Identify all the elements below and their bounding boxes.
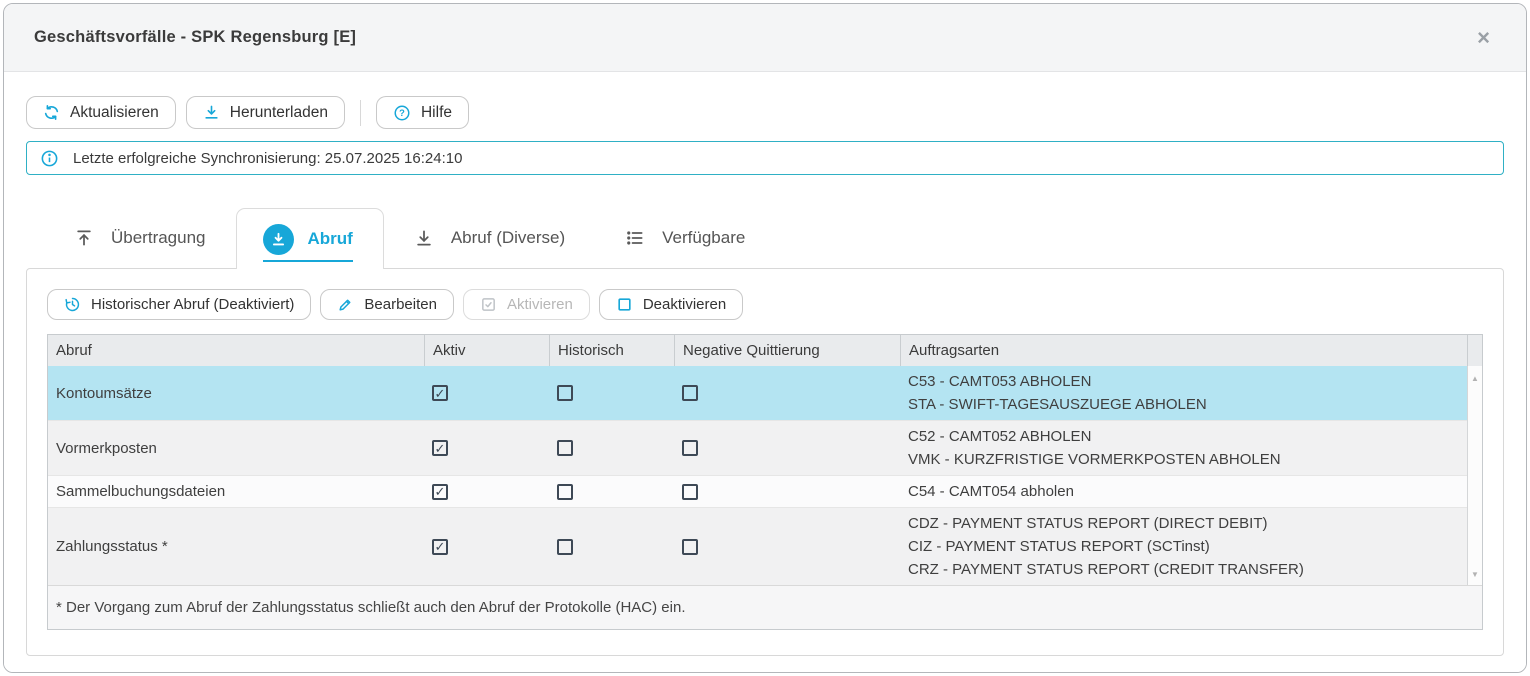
table-row[interactable]: Zahlungsstatus * CDZ - PAYMENT STATUS RE… — [48, 507, 1467, 585]
svg-text:?: ? — [399, 108, 405, 118]
cell-abruf: Kontoumsätze — [48, 381, 424, 406]
download-button[interactable]: Herunterladen — [186, 96, 345, 129]
toolbar-separator — [360, 100, 361, 126]
cell-negative-quittierung — [674, 381, 900, 405]
abruf-table: Abruf Aktiv Historisch Negative Quittier… — [47, 334, 1483, 630]
dialog-geschaeftsvorfaelle: Geschäftsvorfälle - SPK Regensburg [E] ×… — [3, 3, 1527, 673]
checkbox-aktiv[interactable] — [432, 484, 448, 500]
refresh-icon — [43, 104, 60, 121]
cell-aktiv — [424, 381, 549, 405]
checkbox-historisch[interactable] — [557, 539, 573, 555]
toolbar: Aktualisieren Herunterladen ? H — [26, 96, 1504, 129]
historical-abruf-label: Historischer Abruf (Deaktiviert) — [91, 296, 294, 313]
cell-aktiv — [424, 480, 549, 504]
column-header-aktiv: Aktiv — [424, 335, 549, 366]
checkbox-historisch[interactable] — [557, 385, 573, 401]
tab-label: Übertragung — [111, 228, 206, 248]
download-icon — [414, 228, 434, 248]
table-footnote: * Der Vorgang zum Abruf der Zahlungsstat… — [48, 585, 1482, 629]
sync-info-bar: Letzte erfolgreiche Synchronisierung: 25… — [26, 141, 1504, 175]
download-icon — [203, 104, 220, 121]
checkbox-aktiv[interactable] — [432, 539, 448, 555]
cell-abruf: Zahlungsstatus * — [48, 534, 424, 559]
dialog-title: Geschäftsvorfälle - SPK Regensburg [E] — [34, 28, 356, 47]
close-icon[interactable]: × — [1473, 23, 1494, 53]
cell-negative-quittierung — [674, 436, 900, 460]
tab-label: Abruf (Diverse) — [451, 228, 565, 248]
tab-verfuegbare[interactable]: Verfügbare — [595, 208, 775, 268]
cell-auftragsarten: CDZ - PAYMENT STATUS REPORT (DIRECT DEBI… — [900, 508, 1467, 585]
abruf-tab-panel: Historischer Abruf (Deaktiviert) Bearbei… — [26, 268, 1504, 656]
deactivate-button[interactable]: Deaktivieren — [599, 289, 743, 320]
pencil-icon — [337, 296, 354, 313]
cell-auftragsarten: C54 - CAMT054 abholen — [900, 476, 1467, 507]
tab-label: Abruf — [308, 229, 353, 249]
dialog-content: Aktualisieren Herunterladen ? H — [4, 72, 1526, 673]
edit-label: Bearbeiten — [364, 296, 437, 313]
cell-aktiv — [424, 535, 549, 559]
table-row[interactable]: Kontoumsätze C53 - CAMT053 ABHOLENSTA - … — [48, 366, 1467, 420]
download-label: Herunterladen — [230, 104, 328, 122]
help-label: Hilfe — [421, 104, 452, 122]
upload-icon — [74, 228, 94, 248]
checkbox-negative-quittierung[interactable] — [682, 440, 698, 456]
cell-abruf: Sammelbuchungsdateien — [48, 479, 424, 504]
checkbox-negative-quittierung[interactable] — [682, 484, 698, 500]
help-button[interactable]: ? Hilfe — [376, 96, 469, 129]
activate-button[interactable]: Aktivieren — [463, 289, 590, 320]
activate-label: Aktivieren — [507, 296, 573, 313]
cell-auftragsarten: C52 - CAMT052 ABHOLENVMK - KURZFRISTIGE … — [900, 421, 1467, 475]
sync-info-text: Letzte erfolgreiche Synchronisierung: 25… — [73, 150, 462, 167]
table-row[interactable]: Vormerkposten C52 - CAMT052 ABHOLENVMK -… — [48, 420, 1467, 475]
checkbox-checked-icon — [480, 296, 497, 313]
column-header-abruf: Abruf — [48, 335, 424, 366]
cell-historisch — [549, 535, 674, 559]
table-row[interactable]: Sammelbuchungsdateien C54 - CAMT054 abho… — [48, 475, 1467, 507]
cell-negative-quittierung — [674, 535, 900, 559]
tab-uebertragung[interactable]: Übertragung — [44, 208, 236, 268]
checkbox-historisch[interactable] — [557, 484, 573, 500]
refresh-label: Aktualisieren — [70, 104, 159, 122]
deactivate-label: Deaktivieren — [643, 296, 726, 313]
column-header-negative-quittierung: Negative Quittierung — [674, 335, 900, 366]
cell-historisch — [549, 436, 674, 460]
title-bar: Geschäftsvorfälle - SPK Regensburg [E] × — [4, 4, 1526, 72]
checkbox-aktiv[interactable] — [432, 440, 448, 456]
cell-historisch — [549, 480, 674, 504]
column-header-auftragsarten: Auftragsarten — [900, 335, 1467, 366]
tab-abruf-diverse[interactable]: Abruf (Diverse) — [384, 208, 595, 268]
info-circle-icon — [40, 149, 59, 168]
list-icon — [625, 228, 645, 248]
table-body: Kontoumsätze C53 - CAMT053 ABHOLENSTA - … — [48, 366, 1467, 585]
checkbox-negative-quittierung[interactable] — [682, 385, 698, 401]
column-header-scrollbar-spacer — [1467, 335, 1484, 366]
vertical-scrollbar[interactable]: ▲ ▼ — [1467, 366, 1482, 585]
scroll-up-icon[interactable]: ▲ — [1468, 374, 1482, 383]
table-header-row: Abruf Aktiv Historisch Negative Quittier… — [48, 335, 1482, 366]
cell-aktiv — [424, 436, 549, 460]
history-icon — [64, 296, 81, 313]
cell-auftragsarten: C53 - CAMT053 ABHOLENSTA - SWIFT-TAGESAU… — [900, 366, 1467, 420]
column-header-historisch: Historisch — [549, 335, 674, 366]
checkbox-empty-icon — [616, 296, 633, 313]
historical-abruf-button[interactable]: Historischer Abruf (Deaktiviert) — [47, 289, 311, 320]
checkbox-aktiv[interactable] — [432, 385, 448, 401]
action-bar: Historischer Abruf (Deaktiviert) Bearbei… — [47, 289, 1483, 320]
edit-button[interactable]: Bearbeiten — [320, 289, 454, 320]
table-body-wrap: Kontoumsätze C53 - CAMT053 ABHOLENSTA - … — [48, 366, 1482, 585]
download-circle-icon — [263, 224, 294, 255]
tab-label: Verfügbare — [662, 228, 745, 248]
tab-abruf[interactable]: Abruf — [236, 208, 384, 269]
checkbox-negative-quittierung[interactable] — [682, 539, 698, 555]
tab-bar: Übertragung Abruf Abruf (Diverse) — [26, 208, 1504, 268]
cell-abruf: Vormerkposten — [48, 436, 424, 461]
refresh-button[interactable]: Aktualisieren — [26, 96, 176, 129]
cell-negative-quittierung — [674, 480, 900, 504]
help-circle-icon: ? — [393, 104, 411, 122]
cell-historisch — [549, 381, 674, 405]
scroll-down-icon[interactable]: ▼ — [1468, 570, 1482, 579]
checkbox-historisch[interactable] — [557, 440, 573, 456]
